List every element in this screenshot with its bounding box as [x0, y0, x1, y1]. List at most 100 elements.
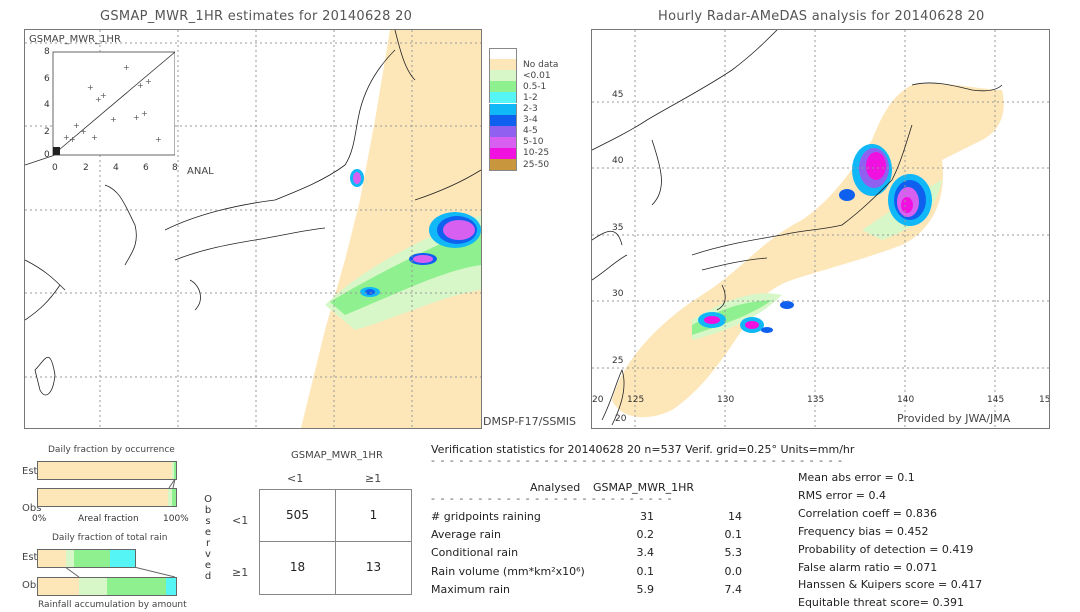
- observed-letter: e: [204, 527, 212, 538]
- score-line: Equitable threat score= 0.391: [798, 596, 964, 610]
- svg-text:+: +: [87, 83, 94, 92]
- svg-text:+: +: [100, 91, 107, 100]
- bar-segment: [172, 489, 176, 506]
- sensor-label: DMSP-F17/SSMIS: [483, 415, 577, 428]
- bar-segment: [73, 550, 110, 567]
- stat-label: Maximum rain: [431, 582, 510, 596]
- score-line: False alarm ratio = 0.071: [798, 560, 938, 574]
- cell-true-negative: 505: [286, 508, 309, 522]
- lon-tick: 135: [807, 395, 825, 405]
- legend-label: 3-4: [523, 115, 538, 126]
- legend-label: 4-5: [523, 126, 538, 137]
- bar-segment: [38, 462, 173, 479]
- legend-label: <0.01: [523, 70, 551, 81]
- total-rain-title: Daily fraction of total rain: [52, 533, 168, 543]
- occurrence-title: Daily fraction by occurrence: [48, 445, 175, 455]
- lon-tick: 145: [987, 395, 1005, 405]
- lat-tick: 35: [612, 223, 624, 233]
- lat-tick: 45: [612, 90, 624, 100]
- bar-segment: [166, 578, 176, 595]
- lon-tick: 140: [897, 395, 915, 405]
- divider: - - - - - - - - - - - - - - - - - - - - …: [431, 492, 671, 505]
- score-line: Frequency bias = 0.452: [798, 524, 929, 538]
- rain-cell: [839, 189, 855, 201]
- observed-letter: b: [204, 505, 212, 516]
- svg-text:+: +: [73, 121, 80, 130]
- divider: - - - - - - - - - - - - - - - - - - - - …: [431, 454, 846, 467]
- col-header: <1: [287, 472, 304, 485]
- gsmap-estimate-map: GSMAP_MWR_1HR + + + + + + + + + + + + + + + 8 6 4 …: [24, 29, 482, 429]
- cell-miss: 18: [289, 560, 306, 574]
- svg-text:+: +: [137, 81, 144, 90]
- rain-cell: [413, 255, 433, 263]
- scatter-inset: GSMAP_MWR_1HR + + + + + + + + + + + + + + + 8 6 4 …: [25, 30, 175, 160]
- total-rain-est-bar: [37, 549, 136, 568]
- stat-model: 0.0: [724, 564, 743, 578]
- est-label: Est: [22, 466, 38, 477]
- observed-letter: s: [205, 516, 211, 527]
- bar-segment: [38, 550, 67, 567]
- row-header: <1: [232, 514, 249, 527]
- stat-label: Average rain: [431, 528, 501, 542]
- inset-y-tick: 0: [44, 150, 50, 160]
- legend-item: <0.01: [489, 70, 551, 82]
- legend-label: 10-25: [523, 148, 550, 159]
- lon-tick: 20: [592, 395, 604, 405]
- lat-tick: 25: [612, 356, 624, 366]
- legend-label: 25-50: [523, 159, 550, 170]
- bar-segment: [38, 578, 80, 595]
- inset-y-tick: 8: [44, 47, 50, 57]
- rain-cell: [353, 172, 361, 184]
- svg-text:+: +: [145, 77, 152, 86]
- data-credit: Provided by JWA/JMA: [897, 412, 1011, 425]
- observed-label: Observed: [203, 494, 213, 582]
- stat-label: # gridpoints raining: [431, 510, 541, 523]
- score-line: Mean abs error = 0.1: [798, 471, 915, 484]
- legend-item: 4-5: [489, 125, 538, 137]
- legend-label: No data: [523, 59, 559, 70]
- legend-label: 0.5-1: [523, 81, 547, 92]
- legend-item: 3-4: [489, 114, 538, 126]
- observed-letter: O: [204, 494, 212, 505]
- svg-text:+: +: [110, 115, 117, 124]
- coverage-area: [612, 83, 1004, 418]
- legend-item: [489, 47, 523, 60]
- rain-cell: [780, 301, 794, 309]
- lat-tick: 40: [612, 156, 624, 166]
- axis-label: Areal fraction: [78, 514, 139, 524]
- right-map-title: Hourly Radar-AMeDAS analysis for 2014062…: [658, 9, 985, 24]
- observed-letter: d: [204, 571, 212, 582]
- legend-swatch: [489, 103, 517, 115]
- score-line: RMS error = 0.4: [798, 488, 886, 502]
- legend-swatch: [489, 70, 517, 82]
- est-label: Est: [22, 552, 38, 563]
- stat-label: Rain volume (mm*km²x10⁶): [431, 564, 585, 578]
- col-header: ≥1: [365, 472, 382, 485]
- total-rain-footer: Rainfall accumulation by amount: [38, 600, 187, 610]
- legend-swatch: [489, 147, 517, 159]
- cell-false-alarm: 1: [369, 508, 378, 522]
- contingency-model-label: GSMAP_MWR_1HR: [291, 450, 383, 461]
- rain-cell: [866, 152, 886, 180]
- contingency-grid: 505 1 18 13: [259, 489, 412, 595]
- svg-text:+: +: [80, 127, 87, 136]
- lon-tick: 15: [1039, 395, 1050, 405]
- axis-min: 0%: [32, 514, 47, 524]
- right-map-canvas: [592, 30, 1049, 428]
- occurrence-obs-bar: [37, 488, 177, 507]
- legend-swatch: [489, 47, 517, 60]
- inset-x-label: ANAL: [187, 166, 214, 177]
- stat-model: 14: [728, 510, 742, 523]
- bar-connector: [168, 479, 176, 488]
- stat-analysed: 31: [640, 510, 654, 523]
- svg-text:+: +: [155, 135, 162, 144]
- legend-swatch: [489, 92, 517, 104]
- left-map-title: GSMAP_MWR_1HR estimates for 20140628 20: [100, 9, 413, 24]
- stat-analysed: 3.4: [636, 546, 655, 560]
- stat-label: Conditional rain: [431, 546, 519, 560]
- total-rain-obs-bar: [37, 577, 177, 596]
- observed-letter: e: [204, 560, 212, 571]
- inset-y-tick: 6: [44, 74, 50, 84]
- lat-tick-bottom: 20: [615, 414, 627, 424]
- legend-item: 1-2: [489, 92, 538, 104]
